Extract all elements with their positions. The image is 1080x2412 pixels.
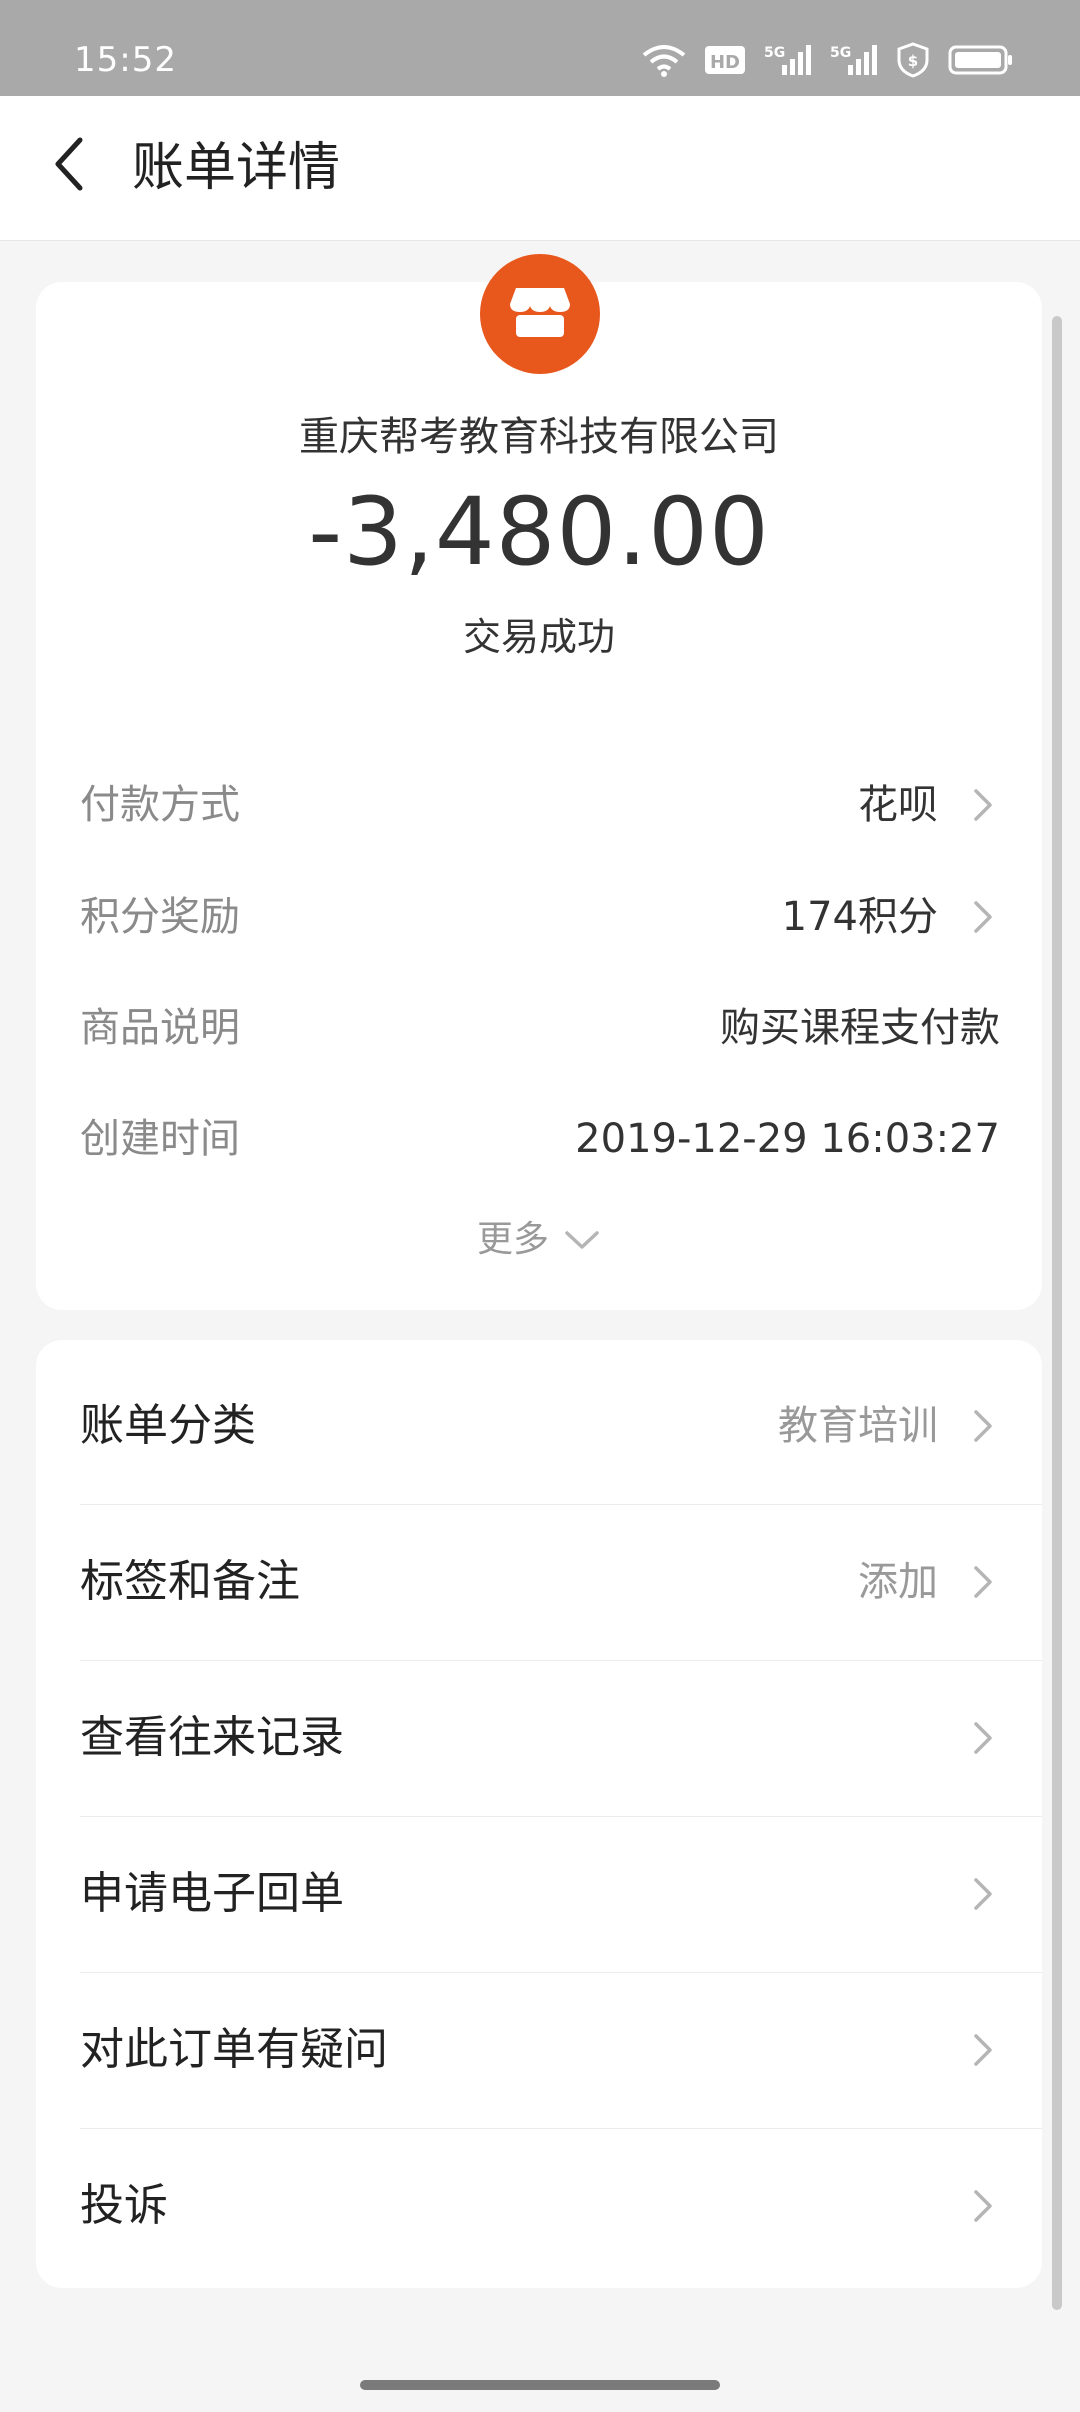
order-question-row[interactable]: 对此订单有疑问 — [80, 1972, 1042, 2129]
chevron-right-icon — [974, 1878, 992, 1910]
signal-5g-icon: 5G — [830, 43, 878, 77]
svg-text:5G: 5G — [764, 45, 785, 61]
scrollbar[interactable] — [1052, 316, 1062, 2310]
store-icon — [508, 284, 572, 344]
action-value: 教育培训 — [778, 1403, 938, 1449]
bill-category-row[interactable]: 账单分类 教育培训 — [80, 1348, 1042, 1505]
status-time: 15:52 — [74, 40, 177, 80]
transaction-history-row[interactable]: 查看往来记录 — [80, 1660, 1042, 1817]
action-value: 添加 — [858, 1559, 938, 1605]
more-button[interactable]: 更多 — [36, 1210, 1042, 1270]
detail-label: 付款方式 — [80, 782, 240, 828]
merchant-logo — [480, 254, 600, 374]
shield-icon: $ — [896, 42, 930, 78]
page-title: 账单详情 — [132, 138, 341, 198]
action-label: 投诉 — [80, 2180, 168, 2231]
action-label: 查看往来记录 — [80, 1712, 344, 1763]
chevron-down-icon — [565, 1231, 599, 1249]
detail-value: 174积分 — [781, 894, 938, 940]
home-indicator[interactable] — [360, 2380, 720, 2390]
chevron-right-icon — [974, 901, 992, 933]
more-label: 更多 — [476, 1219, 549, 1260]
bill-summary-card: 重庆帮考教育科技有限公司 -3,480.00 交易成功 付款方式 花呗 积分奖励… — [36, 254, 1042, 1310]
chevron-right-icon — [974, 2034, 992, 2066]
back-button[interactable] — [30, 126, 110, 206]
chevron-right-icon — [974, 2190, 992, 2222]
action-label: 申请电子回单 — [80, 1868, 344, 1919]
action-label: 对此订单有疑问 — [80, 2024, 388, 2075]
hd-icon: HD — [704, 44, 746, 76]
bill-actions-card: 账单分类 教育培训 标签和备注 添加 查看往来记录 申请电子回单 对此订单有疑问… — [36, 1340, 1042, 2288]
complaint-row[interactable]: 投诉 — [80, 2128, 1042, 2284]
svg-text:HD: HD — [710, 52, 740, 73]
chevron-right-icon — [974, 1722, 992, 1754]
payment-method-row[interactable]: 付款方式 花呗 — [80, 770, 1000, 840]
action-label: 账单分类 — [80, 1400, 256, 1451]
tags-notes-row[interactable]: 标签和备注 添加 — [80, 1504, 1042, 1661]
product-description-row: 商品说明 购买课程支付款 — [80, 993, 1000, 1063]
detail-label: 创建时间 — [80, 1116, 240, 1162]
battery-icon — [948, 44, 1014, 76]
status-icons: HD 5G 5G $ — [642, 42, 1014, 78]
chevron-left-icon — [50, 136, 90, 196]
chevron-right-icon — [974, 1566, 992, 1598]
signal-5g-icon: 5G — [764, 43, 812, 77]
detail-value: 2019-12-29 16:03:27 — [575, 1116, 1000, 1162]
svg-text:5G: 5G — [830, 45, 851, 61]
detail-value: 花呗 — [858, 782, 938, 828]
detail-label: 商品说明 — [80, 1005, 240, 1051]
action-label: 标签和备注 — [80, 1556, 300, 1607]
status-bar: 15:52 HD 5G 5G $ — [0, 0, 1080, 96]
created-time-row: 创建时间 2019-12-29 16:03:27 — [80, 1104, 1000, 1174]
detail-label: 积分奖励 — [80, 894, 240, 940]
transaction-amount: -3,480.00 — [308, 478, 770, 587]
chevron-right-icon — [974, 789, 992, 821]
transaction-status: 交易成功 — [462, 615, 615, 659]
top-app-bar: 账单详情 — [0, 96, 1080, 241]
points-reward-row[interactable]: 积分奖励 174积分 — [80, 882, 1000, 952]
svg-text:$: $ — [908, 52, 918, 70]
electronic-receipt-row[interactable]: 申请电子回单 — [80, 1816, 1042, 1973]
chevron-right-icon — [974, 1410, 992, 1442]
wifi-icon — [642, 43, 686, 77]
detail-value: 购买课程支付款 — [720, 1005, 1000, 1051]
merchant-name: 重庆帮考教育科技有限公司 — [299, 414, 779, 460]
